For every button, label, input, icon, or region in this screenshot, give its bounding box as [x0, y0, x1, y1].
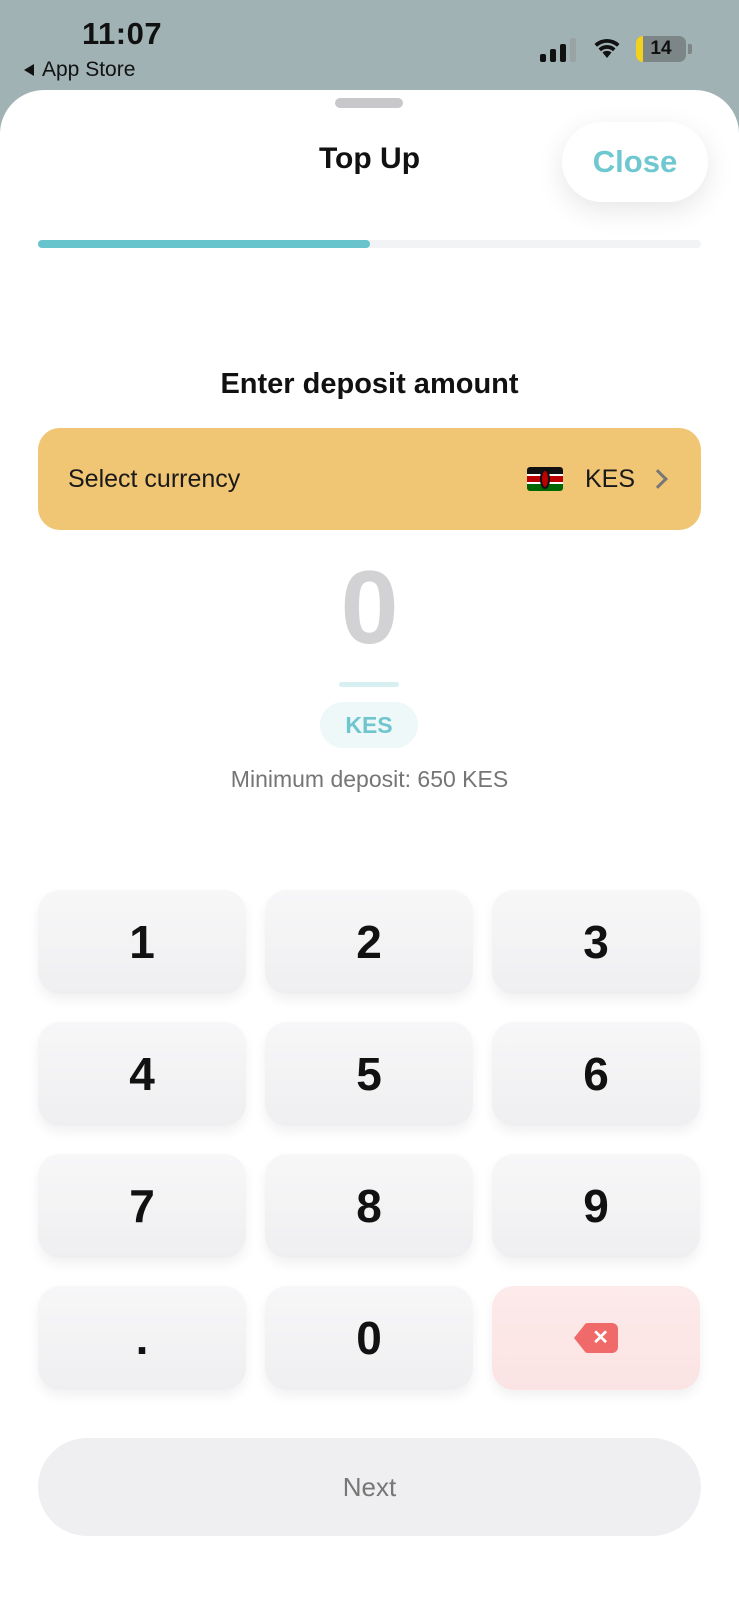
key-1[interactable]: 1 [38, 890, 246, 994]
select-currency-button[interactable]: Select currency KES [38, 428, 701, 530]
top-up-sheet: Top Up Close Enter deposit amount Select… [0, 90, 739, 1600]
key-7[interactable]: 7 [38, 1154, 246, 1258]
step-progress-bar [38, 240, 701, 248]
key-3[interactable]: 3 [492, 890, 700, 994]
key-9[interactable]: 9 [492, 1154, 700, 1258]
battery-level: 14 [650, 38, 672, 59]
key-2[interactable]: 2 [265, 890, 473, 994]
selected-currency-code: KES [584, 464, 635, 493]
delete-key[interactable]: ✕ [492, 1286, 700, 1390]
cellular-signal-icon [540, 38, 578, 62]
sheet-grabber[interactable] [335, 98, 403, 108]
close-button[interactable]: Close [562, 122, 708, 202]
status-time: 11:07 [82, 16, 163, 51]
amount-cursor-underline [339, 682, 399, 687]
key-4[interactable]: 4 [38, 1022, 246, 1126]
key-decimal[interactable]: . [38, 1286, 246, 1390]
back-to-app-store-link[interactable]: App Store [24, 58, 135, 82]
chevron-right-icon [648, 469, 668, 489]
key-6[interactable]: 6 [492, 1022, 700, 1126]
key-8[interactable]: 8 [265, 1154, 473, 1258]
select-currency-label: Select currency [68, 464, 241, 493]
back-link-label: App Store [42, 58, 136, 81]
next-button[interactable]: Next [38, 1438, 701, 1536]
minimum-deposit-text: Minimum deposit: 650 KES [230, 766, 509, 792]
back-caret-icon [24, 64, 34, 76]
key-5[interactable]: 5 [265, 1022, 473, 1126]
status-bar: 11:07 App Store 14 [0, 0, 739, 96]
deposit-prompt: Enter deposit amount [220, 368, 519, 400]
currency-chip: KES [320, 702, 418, 748]
backspace-icon: ✕ [574, 1323, 618, 1353]
kenya-flag-icon [526, 467, 563, 491]
battery-icon: 14 [636, 36, 686, 62]
numeric-keypad: 1 2 3 4 5 6 7 8 9 . 0 ✕ [38, 890, 701, 1390]
battery-nub [688, 44, 692, 54]
step-progress-fill [38, 240, 370, 248]
wifi-icon [594, 38, 620, 58]
amount-display: 0 [340, 550, 399, 666]
key-0[interactable]: 0 [265, 1286, 473, 1390]
